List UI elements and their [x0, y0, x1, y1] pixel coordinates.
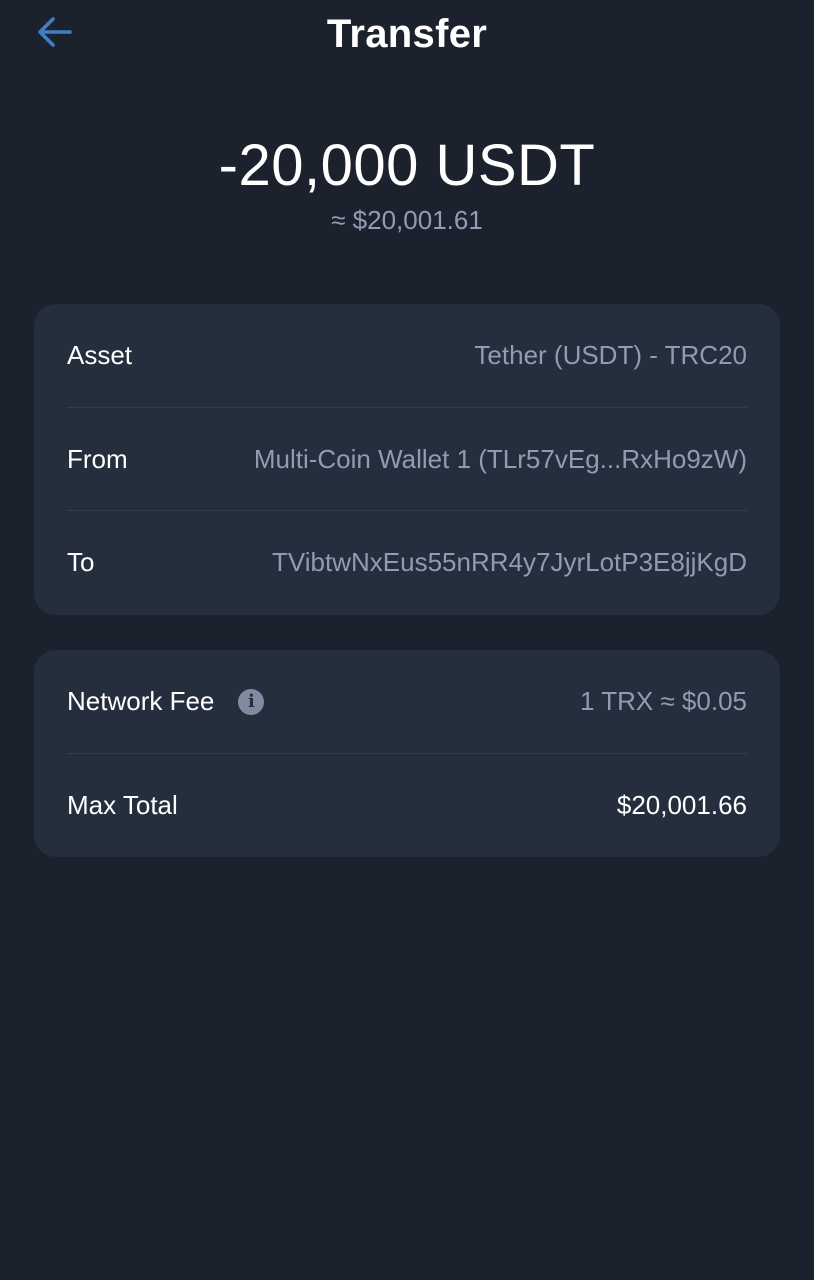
- fees-card: Network Fee i 1 TRX ≈ $0.05 Max Total $2…: [34, 650, 780, 857]
- to-address-value[interactable]: TVibtwNxEus55nRR4y7JyrLotP3E8jjKgD: [272, 547, 747, 578]
- transfer-screen: Transfer -20,000 USDT ≈ $20,001.61 Asset…: [0, 0, 814, 1280]
- header: Transfer: [0, 0, 814, 70]
- info-icon[interactable]: i: [238, 688, 265, 715]
- network-fee-label: Network Fee: [67, 686, 215, 716]
- asset-label: Asset: [67, 340, 133, 370]
- network-fee-value: 1 TRX ≈ $0.05: [580, 686, 747, 716]
- asset-value: Tether (USDT) - TRC20: [474, 340, 747, 370]
- max-total-row: Max Total $20,001.66: [67, 753, 747, 856]
- from-address-value[interactable]: Multi-Coin Wallet 1 (TLr57vEg...RxHo9zW): [254, 444, 747, 475]
- transfer-details-card: Asset Tether (USDT) - TRC20 From Multi-C…: [34, 304, 780, 615]
- max-total-value: $20,001.66: [616, 789, 747, 820]
- to-row: To TVibtwNxEus55nRR4y7JyrLotP3E8jjKgD: [67, 510, 747, 613]
- network-fee-row: Network Fee i 1 TRX ≈ $0.05: [67, 650, 747, 753]
- from-label: From: [67, 443, 128, 474]
- fiat-equivalent: ≈ $20,001.61: [331, 205, 483, 235]
- asset-row: Asset Tether (USDT) - TRC20: [67, 304, 747, 407]
- max-total-label: Max Total: [67, 789, 178, 820]
- network-fee-label-group: Network Fee i: [67, 686, 265, 717]
- page-title: Transfer: [326, 12, 488, 56]
- to-label: To: [67, 546, 95, 577]
- transfer-amount: -20,000 USDT: [218, 133, 596, 198]
- from-row: From Multi-Coin Wallet 1 (TLr57vEg...RxH…: [67, 407, 747, 510]
